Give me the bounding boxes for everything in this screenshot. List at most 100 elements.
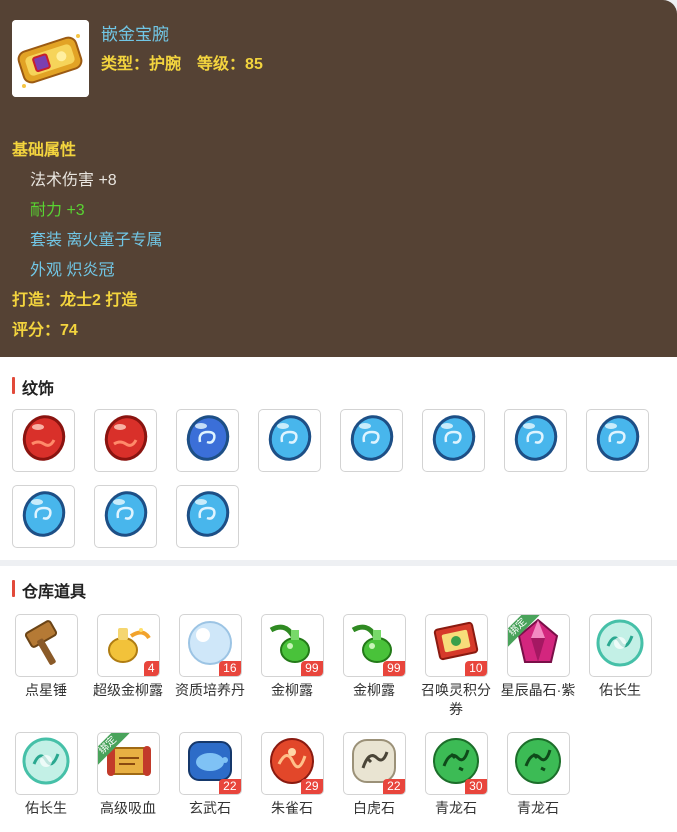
type-value: 护腕 <box>149 56 182 73</box>
wenshi-slot[interactable] <box>94 409 157 472</box>
wenshi-slot[interactable] <box>12 485 75 548</box>
blue-gem-icon <box>264 412 316 469</box>
warehouse-item[interactable]: 绑定 高级吸血 <box>87 732 169 818</box>
blue-gem-icon <box>510 412 562 469</box>
wenshi-slot[interactable] <box>422 409 485 472</box>
attr-appearance: 外观 炽炎冠 <box>30 262 115 279</box>
wenshi-slot[interactable] <box>340 409 403 472</box>
warehouse-item[interactable]: 青龙石 <box>497 732 579 818</box>
attr-set: 套装 离火童子专属 <box>30 232 163 249</box>
warehouse-item-label: 青龙石 <box>435 800 477 816</box>
warehouse-item-slot[interactable]: 22 <box>178 732 242 795</box>
hammer-icon <box>19 616 73 675</box>
warehouse-item-label: 佑长生 <box>25 800 67 816</box>
cangku-title: 仓库道具 <box>12 578 86 602</box>
warehouse-item-slot[interactable]: 10 <box>424 614 488 677</box>
warehouse-item-slot[interactable]: 22 <box>342 732 406 795</box>
warehouse-item-slot[interactable]: 30 <box>424 732 488 795</box>
blue-swirl-gem-icon <box>182 412 234 469</box>
type-label: 类型： <box>101 56 150 73</box>
warehouse-item-label: 召唤灵积分券 <box>421 682 491 717</box>
forged-label: 打造： <box>12 292 61 309</box>
warehouse-item-slot[interactable] <box>14 732 78 795</box>
warehouse-item-label: 超级金柳露 <box>93 682 163 698</box>
score-value: 74 <box>60 322 78 339</box>
blue-gem-icon <box>428 412 480 469</box>
bracer-icon <box>12 20 89 97</box>
warehouse-item-slot[interactable]: 4 <box>96 614 160 677</box>
item-name: 嵌金宝腕 <box>101 25 169 44</box>
item-count-badge: 10 <box>465 661 487 676</box>
warehouse-item[interactable]: 29 朱雀石 <box>251 732 333 818</box>
warehouse-item-slot[interactable]: 99 <box>342 614 406 677</box>
item-count-badge: 99 <box>301 661 323 676</box>
warehouse-item[interactable]: 绑定星辰晶石·紫 <box>497 614 579 700</box>
wenshi-slot[interactable] <box>586 409 649 472</box>
level-label: 等级： <box>197 56 246 73</box>
warehouse-item-label: 青龙石 <box>517 800 559 816</box>
warehouse-item-slot[interactable]: 16 <box>178 614 242 677</box>
item-thumbnail <box>12 20 89 97</box>
warehouse-item[interactable]: 99 金柳露 <box>251 614 333 700</box>
warehouse-item-slot[interactable] <box>14 614 78 677</box>
wenshi-slot[interactable] <box>176 409 239 472</box>
warehouse-item[interactable]: 10 召唤灵积分券 <box>415 614 497 719</box>
item-count-badge: 29 <box>301 779 323 794</box>
warehouse-item[interactable]: 22 玄武石 <box>169 732 251 818</box>
item-detail-card: 嵌金宝腕 类型：护腕 等级：85 基础属性 法术伤害 +8 耐力 +3 套装 离火… <box>0 0 677 357</box>
wenshi-title: 纹饰 <box>12 375 54 399</box>
item-count-badge: 30 <box>465 779 487 794</box>
red-gem-icon <box>18 412 70 469</box>
item-meta: 类型：护腕 等级：85 <box>101 50 263 74</box>
wenshi-slot[interactable] <box>258 409 321 472</box>
warehouse-item-label: 金柳露 <box>353 682 395 698</box>
warehouse-item-label: 朱雀石 <box>271 800 313 816</box>
score: 评分：74 <box>12 316 78 340</box>
base-attributes-heading: 基础属性 <box>12 142 77 159</box>
wenshi-slot[interactable] <box>94 485 157 548</box>
cangku-section: 仓库道具 点星锤 4 超级金柳露 16 资质培养丹 99 金柳露 99 金柳露 10 召唤灵积分券绑… <box>0 566 677 832</box>
warehouse-item[interactable]: 22 白虎石 <box>333 732 415 818</box>
cyan-orb-icon <box>19 734 73 793</box>
item-count-badge: 99 <box>383 661 405 676</box>
warehouse-item-slot[interactable] <box>506 732 570 795</box>
blue-gem-icon <box>592 412 644 469</box>
attr-magic-damage: 法术伤害 +8 <box>30 172 117 189</box>
warehouse-item[interactable]: 30 青龙石 <box>415 732 497 818</box>
warehouse-item-slot[interactable]: 99 <box>260 614 324 677</box>
warehouse-item-label: 星辰晶石·紫 <box>500 682 576 698</box>
warehouse-item[interactable]: 4 超级金柳露 <box>87 614 169 700</box>
warehouse-item-slot[interactable] <box>588 614 652 677</box>
warehouse-item-label: 白虎石 <box>353 800 395 816</box>
warehouse-item[interactable]: 佑长生 <box>5 732 87 818</box>
attr-endurance: 耐力 +3 <box>30 202 85 219</box>
warehouse-item-label: 资质培养丹 <box>175 682 245 698</box>
blue-gem-icon <box>100 488 152 545</box>
item-count-badge: 16 <box>219 661 241 676</box>
score-label: 评分： <box>12 322 61 339</box>
warehouse-item[interactable]: 佑长生 <box>579 614 661 700</box>
warehouse-item-label: 玄武石 <box>189 800 231 816</box>
forged-value: 龙士2 打造 <box>60 292 138 309</box>
wenshi-slot[interactable] <box>176 485 239 548</box>
forged-by: 打造：龙士2 打造 <box>12 286 137 310</box>
warehouse-item-label: 高级吸血 <box>100 800 156 816</box>
warehouse-item-label: 佑长生 <box>599 682 641 698</box>
cyan-orb-icon <box>593 616 647 675</box>
blue-gem-icon <box>18 488 70 545</box>
warehouse-item-label: 点星锤 <box>25 682 67 698</box>
warehouse-item-slot[interactable]: 绑定 <box>506 614 570 677</box>
warehouse-item[interactable]: 99 金柳露 <box>333 614 415 700</box>
wenshi-slot[interactable] <box>504 409 567 472</box>
item-count-badge: 22 <box>219 779 241 794</box>
level-value: 85 <box>245 56 263 73</box>
red-gem-icon <box>100 412 152 469</box>
item-count-badge: 22 <box>383 779 405 794</box>
warehouse-item-slot[interactable]: 29 <box>260 732 324 795</box>
wenshi-slot[interactable] <box>12 409 75 472</box>
warehouse-item-slot[interactable]: 绑定 <box>96 732 160 795</box>
blue-gem-icon <box>346 412 398 469</box>
warehouse-item[interactable]: 16 资质培养丹 <box>169 614 251 700</box>
blue-gem-icon <box>182 488 234 545</box>
warehouse-item[interactable]: 点星锤 <box>5 614 87 700</box>
